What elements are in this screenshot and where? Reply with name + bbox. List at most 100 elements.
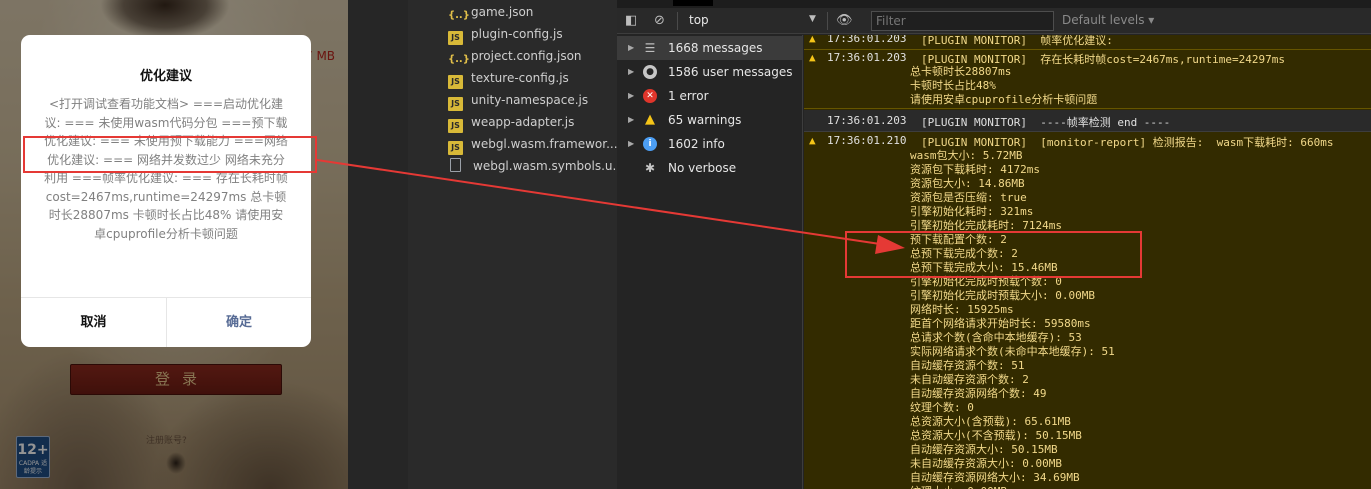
file-item[interactable]: webgl.wasm.symbols.u... — [448, 155, 624, 177]
warning-icon: ▲ — [809, 51, 816, 64]
js-file-icon: JS — [448, 75, 463, 89]
sidebar-item[interactable]: ▶ ● 1586 user messages — [617, 60, 802, 84]
log-message: [PLUGIN MONITOR] [monitor-report] 检测报告: … — [921, 136, 1334, 149]
chevron-right-icon[interactable]: ▶ — [628, 60, 634, 84]
log-entry[interactable]: ▲ 17:36:01.203 [PLUGIN MONITOR] 存在长耗时帧co… — [804, 50, 1371, 109]
console-tab[interactable] — [673, 0, 713, 6]
sidebar-item-label: 1668 messages — [668, 41, 763, 55]
log-message: [PLUGIN MONITOR] 帧率优化建议: — [921, 35, 1113, 47]
sidebar-item[interactable]: ▶ ✕ 1 error — [617, 84, 802, 108]
console-sidebar: ▶ ☰ 1668 messages ▶ ● 1586 user messages ▶ ✕ 1 e… — [617, 35, 803, 489]
warning-icon: ▲ — [809, 134, 816, 147]
log-line: 距首个网络请求开始时长: 59580ms — [910, 317, 1091, 330]
log-line: 引擎初始化耗时: 321ms — [910, 205, 1034, 218]
chevron-right-icon[interactable]: ▶ — [628, 108, 634, 132]
sidebar-item-label: 65 warnings — [668, 113, 742, 127]
sidebar-toggle-icon[interactable]: ◧ — [625, 13, 637, 29]
toolbar-separator — [677, 12, 678, 30]
log-line: 未自动缓存资源个数: 2 — [910, 373, 1029, 386]
sidebar-item[interactable]: ✱ No verbose — [617, 156, 802, 180]
file-item[interactable]: {..}project.config.json — [448, 45, 624, 67]
verbose-icon: ✱ — [644, 161, 656, 175]
file-name: webgl.wasm.framewor... — [471, 137, 618, 151]
file-item[interactable]: JS plugin-config.js — [448, 23, 624, 45]
sidebar-item-label: No verbose — [668, 161, 737, 175]
sidebar-item[interactable]: ▶ ▲ 65 warnings — [617, 108, 802, 132]
log-line: 自动缓存资源大小: 50.15MB — [910, 443, 1058, 456]
sidebar-item-label: 1602 info — [668, 137, 725, 151]
chevron-right-icon[interactable]: ▶ — [628, 132, 634, 156]
game-preview: 7 MB 登录 注册账号? 12+ CADPA 适龄提示 优化建议 <打开调试查… — [0, 0, 348, 489]
file-tree-panel: {..}game.json JS plugin-config.js {..}proje… — [348, 0, 624, 489]
log-line: 资源包大小: 14.86MB — [910, 177, 1025, 190]
json-file-icon: {..} — [448, 10, 470, 21]
file-item[interactable]: JS weapp-adapter.js — [448, 111, 624, 133]
list-icon: ☰ — [644, 41, 656, 55]
file-name: project.config.json — [471, 49, 582, 63]
log-levels-dropdown[interactable]: Default levels ▾ — [1062, 13, 1154, 27]
log-entry[interactable]: 17:36:01.203 [PLUGIN MONITOR] ----帧率检测 e… — [804, 110, 1371, 132]
chevron-down-icon[interactable]: ▼ — [809, 14, 816, 24]
info-icon: i — [643, 137, 657, 151]
json-file-icon: {..} — [448, 54, 470, 65]
file-name: unity-namespace.js — [471, 93, 589, 107]
cancel-button[interactable]: 取消 — [21, 297, 166, 347]
log-line: 总资源大小(含预载): 65.61MB — [910, 415, 1071, 428]
console-toolbar: ◧ ⊘ top ▼ 👁 Default levels ▾ — [617, 8, 1371, 34]
log-line: 总卡顿时长28807ms — [910, 65, 1012, 78]
log-line: 自动缓存资源网络个数: 49 — [910, 387, 1047, 400]
file-item[interactable]: JS unity-namespace.js — [448, 89, 624, 111]
log-line: 未自动缓存资源大小: 0.00MB — [910, 457, 1062, 470]
context-selector[interactable]: top — [689, 13, 709, 27]
clear-console-icon[interactable]: ⊘ — [654, 13, 665, 29]
log-line: 网络时长: 15925ms — [910, 303, 1014, 316]
js-file-icon: JS — [448, 31, 463, 45]
file-name: weapp-adapter.js — [471, 115, 575, 129]
log-line: 请使用安卓cpuprofile分析卡顿问题 — [910, 93, 1098, 106]
sidebar-item[interactable]: ▶ ☰ 1668 messages — [617, 36, 802, 60]
sidebar-item-label: 1586 user messages — [668, 65, 793, 79]
log-timestamp: 17:36:01.210 — [827, 134, 907, 147]
chevron-right-icon[interactable]: ▶ — [628, 36, 634, 60]
log-line: 总资源大小(不含预载): 50.15MB — [910, 429, 1082, 442]
file-icon — [450, 158, 461, 172]
log-line: 总请求个数(含命中本地缓存): 53 — [910, 331, 1082, 344]
log-entry[interactable]: ▲ 17:36:01.203 [PLUGIN MONITOR] 帧率优化建议: — [804, 35, 1371, 50]
log-line: 实际网络请求个数(未命中本地缓存): 51 — [910, 345, 1115, 358]
file-item[interactable]: JS texture-config.js — [448, 67, 624, 89]
confirm-button[interactable]: 确定 — [167, 297, 311, 347]
log-line: 自动缓存资源个数: 51 — [910, 359, 1025, 372]
js-file-icon: JS — [448, 119, 463, 133]
annotation-box-console — [845, 231, 1142, 278]
log-line: 纹理大小: 0.00MB — [910, 485, 1007, 489]
log-message: [PLUGIN MONITOR] ----帧率检测 end ---- — [921, 116, 1171, 129]
sidebar-item-label: 1 error — [668, 89, 709, 103]
file-name: texture-config.js — [471, 71, 569, 85]
log-line: 引擎初始化完成时预载大小: 0.00MB — [910, 289, 1095, 302]
error-icon: ✕ — [643, 89, 657, 103]
devtools-window: 7 MB 登录 注册账号? 12+ CADPA 适龄提示 优化建议 <打开调试查… — [0, 0, 1371, 489]
file-item[interactable]: {..}game.json — [448, 1, 624, 23]
js-file-icon: JS — [448, 97, 463, 111]
log-levels-label: Default levels — [1062, 13, 1145, 27]
dialog-title: 优化建议 — [139, 69, 192, 84]
log-timestamp: 17:36:01.203 — [827, 51, 907, 64]
sidebar-item[interactable]: ▶ i 1602 info — [617, 132, 802, 156]
log-timestamp: 17:36:01.203 — [827, 35, 907, 45]
log-line: 卡顿时长占比48% — [910, 79, 996, 92]
warning-icon: ▲ — [809, 35, 816, 45]
log-line: 资源包下载耗时: 4172ms — [910, 163, 1040, 176]
file-tree-gutter — [348, 0, 408, 489]
eye-icon[interactable]: 👁 — [836, 13, 853, 29]
file-name: webgl.wasm.symbols.u... — [473, 159, 624, 173]
log-line: wasm包大小: 5.72MB — [910, 149, 1023, 162]
file-item[interactable]: JS webgl.wasm.framewor... — [448, 133, 624, 155]
user-icon: ● — [643, 65, 657, 79]
log-line: 自动缓存资源网络大小: 34.69MB — [910, 471, 1080, 484]
log-entry[interactable]: ▲ 17:36:01.210 [PLUGIN MONITOR] [monitor… — [804, 132, 1371, 489]
chevron-right-icon[interactable]: ▶ — [628, 84, 634, 108]
file-name: plugin-config.js — [471, 27, 563, 41]
filter-input[interactable] — [871, 11, 1054, 31]
file-name: game.json — [471, 5, 534, 19]
optimization-dialog: 优化建议 <打开调试查看功能文档> ===启动优化建议: === 未使用wasm… — [21, 35, 311, 347]
